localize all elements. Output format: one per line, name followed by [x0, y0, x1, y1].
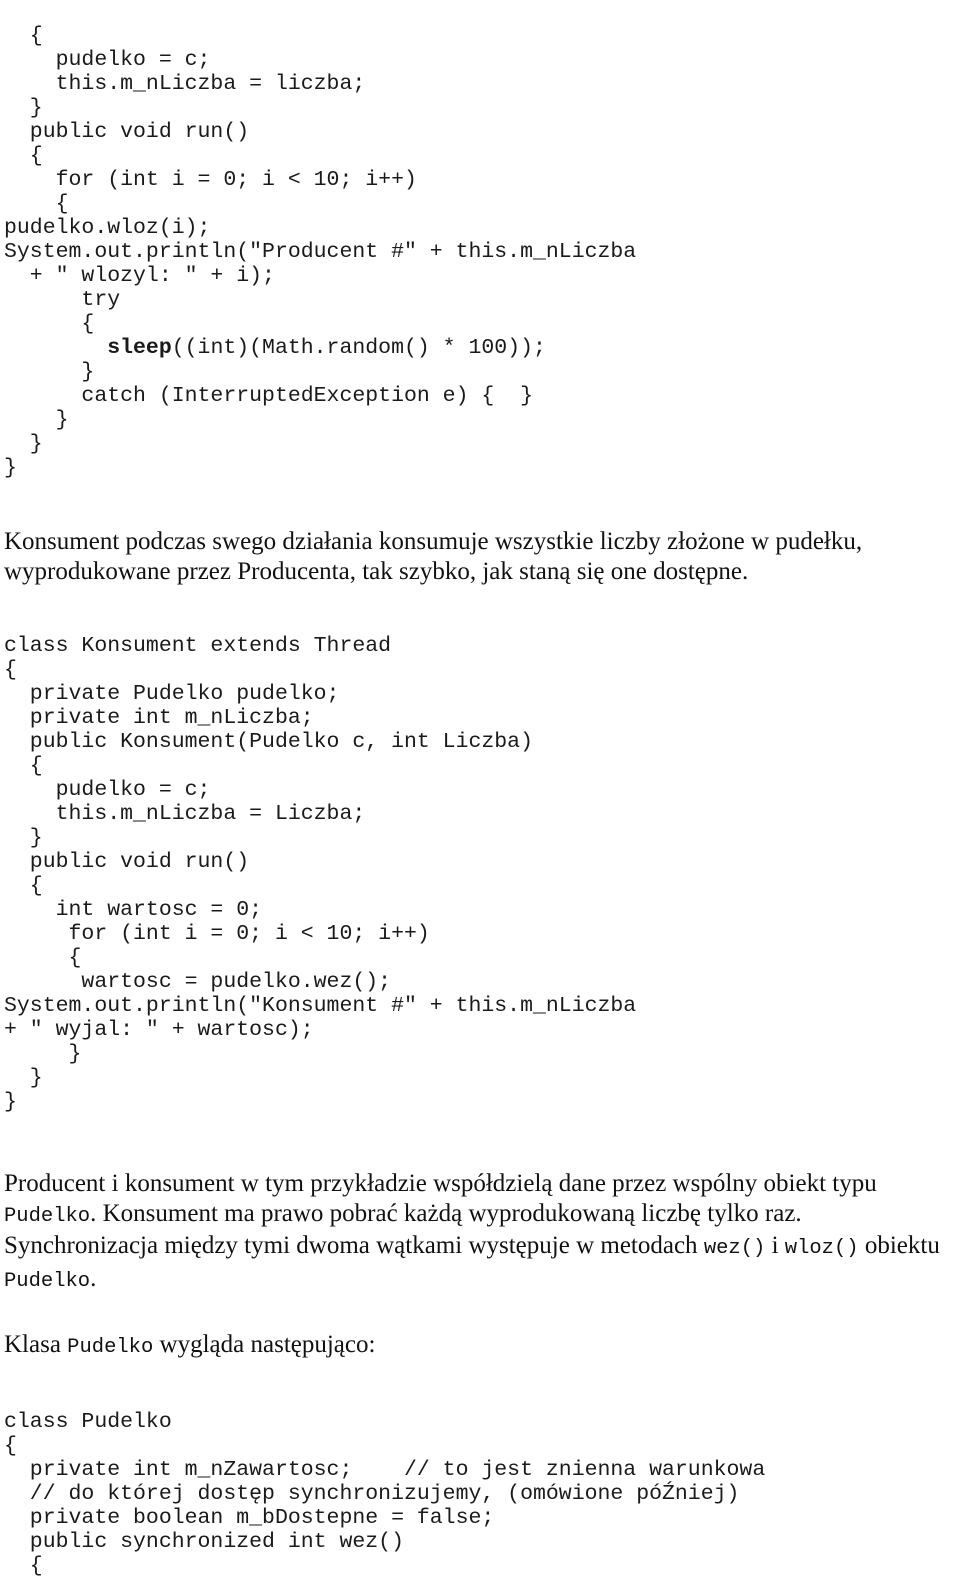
code-line: public Konsument(Pudelko c, int Liczba) — [4, 729, 533, 754]
inline-text: wygląda następująco: — [153, 1331, 376, 1358]
code-line: { — [4, 1554, 43, 1578]
inline-text: . Konsument ma prawo pobrać każdą wyprod… — [4, 1199, 802, 1260]
code-line: private boolean m_bDostepne = false; — [4, 1506, 495, 1530]
code-line: wartosc = pudelko.wez(); — [4, 969, 392, 994]
inline-code: wez() — [703, 1237, 766, 1260]
code-line: pudelko.wloz(i); — [4, 215, 211, 240]
code-line: { — [4, 311, 95, 336]
code-line: sleep((int)(Math.random() * 100)); — [107, 335, 546, 360]
inline-text: Klasa — [4, 1331, 68, 1358]
code-line: } — [4, 455, 17, 480]
code-line: int wartosc = 0; — [4, 897, 263, 922]
code-line: public void run() — [4, 849, 250, 874]
inline-code: Pudelko — [67, 1336, 154, 1359]
code-line: private Pudelko pudelko; — [4, 681, 340, 706]
paragraph-synchronizacja: Producent i konsument w tym przykładzie … — [4, 1169, 952, 1296]
code-line: for (int i = 0; i < 10; i++) — [4, 167, 417, 192]
code-line: + " wyjal: " + wartosc); — [4, 1017, 314, 1042]
code-line: { — [4, 23, 43, 48]
code-line: catch (InterruptedException e) { } — [4, 383, 533, 408]
inline-code: wloz() — [784, 1237, 859, 1260]
inline-text: Producent i konsument w tym przykładzie … — [4, 1170, 877, 1197]
code-line: private int m_nZawartosc; // to jest zni… — [4, 1458, 766, 1482]
code-line: { — [4, 191, 69, 216]
code-line: } — [4, 1065, 43, 1090]
code-line: } — [4, 407, 69, 432]
code-line: { — [4, 753, 43, 778]
code-block-pudelko: class Pudelko{ private int m_nZawartosc;… — [4, 1410, 952, 1578]
code-line: } — [4, 359, 95, 384]
code-line: { — [4, 657, 17, 682]
code-line: class Konsument extends Thread — [4, 633, 392, 658]
document-page: { pudelko = c; this.m_nLiczba = liczba; … — [0, 22, 960, 1578]
code-line: } — [4, 431, 43, 456]
code-line: // do której dostęp synchronizujemy, (om… — [4, 1482, 740, 1506]
inline-text: . — [90, 1264, 97, 1292]
code-keyword-sleep: sleep — [107, 335, 172, 360]
code-line: this.m_nLiczba = liczba; — [4, 71, 366, 96]
code-block-konsument: class Konsument extends Thread{ private … — [4, 634, 952, 1114]
code-line: } — [4, 95, 43, 120]
code-line: System.out.println("Producent #" + this.… — [4, 239, 637, 264]
inline-text: obiektu — [858, 1232, 940, 1259]
code-line: { — [4, 143, 43, 168]
code-line: for (int i = 0; i < 10; i++) — [4, 921, 430, 946]
code-line: { — [4, 873, 43, 898]
code-line: } — [4, 1089, 17, 1114]
inline-code: Pudelko — [4, 1204, 91, 1228]
code-line: } — [4, 1041, 82, 1066]
code-line: { — [4, 945, 82, 970]
inline-text: i — [765, 1232, 785, 1259]
code-line: private int m_nLiczba; — [4, 705, 314, 730]
code-line: class Pudelko — [4, 1410, 172, 1434]
inline-code: Pudelko — [4, 1269, 91, 1293]
code-line: pudelko = c; — [4, 777, 211, 802]
paragraph-konsument-description: Konsument podczas swego działania konsum… — [4, 528, 863, 585]
code-line: pudelko = c; — [4, 47, 211, 72]
code-line: public synchronized int wez() — [4, 1530, 404, 1554]
code-line: this.m_nLiczba = Liczba; — [4, 801, 366, 826]
code-line: + " wlozyl: " + i); — [4, 263, 275, 288]
paragraph-klasa-pudelko: Klasa Pudelko wygląda następująco: — [4, 1330, 952, 1363]
code-block-producent: { pudelko = c; this.m_nLiczba = liczba; … — [4, 22, 952, 480]
code-line: } — [4, 825, 43, 850]
code-line: System.out.println("Konsument #" + this.… — [4, 993, 637, 1018]
code-line: try — [4, 287, 121, 312]
code-line: public void run() — [4, 119, 250, 144]
code-line: { — [4, 1434, 17, 1458]
